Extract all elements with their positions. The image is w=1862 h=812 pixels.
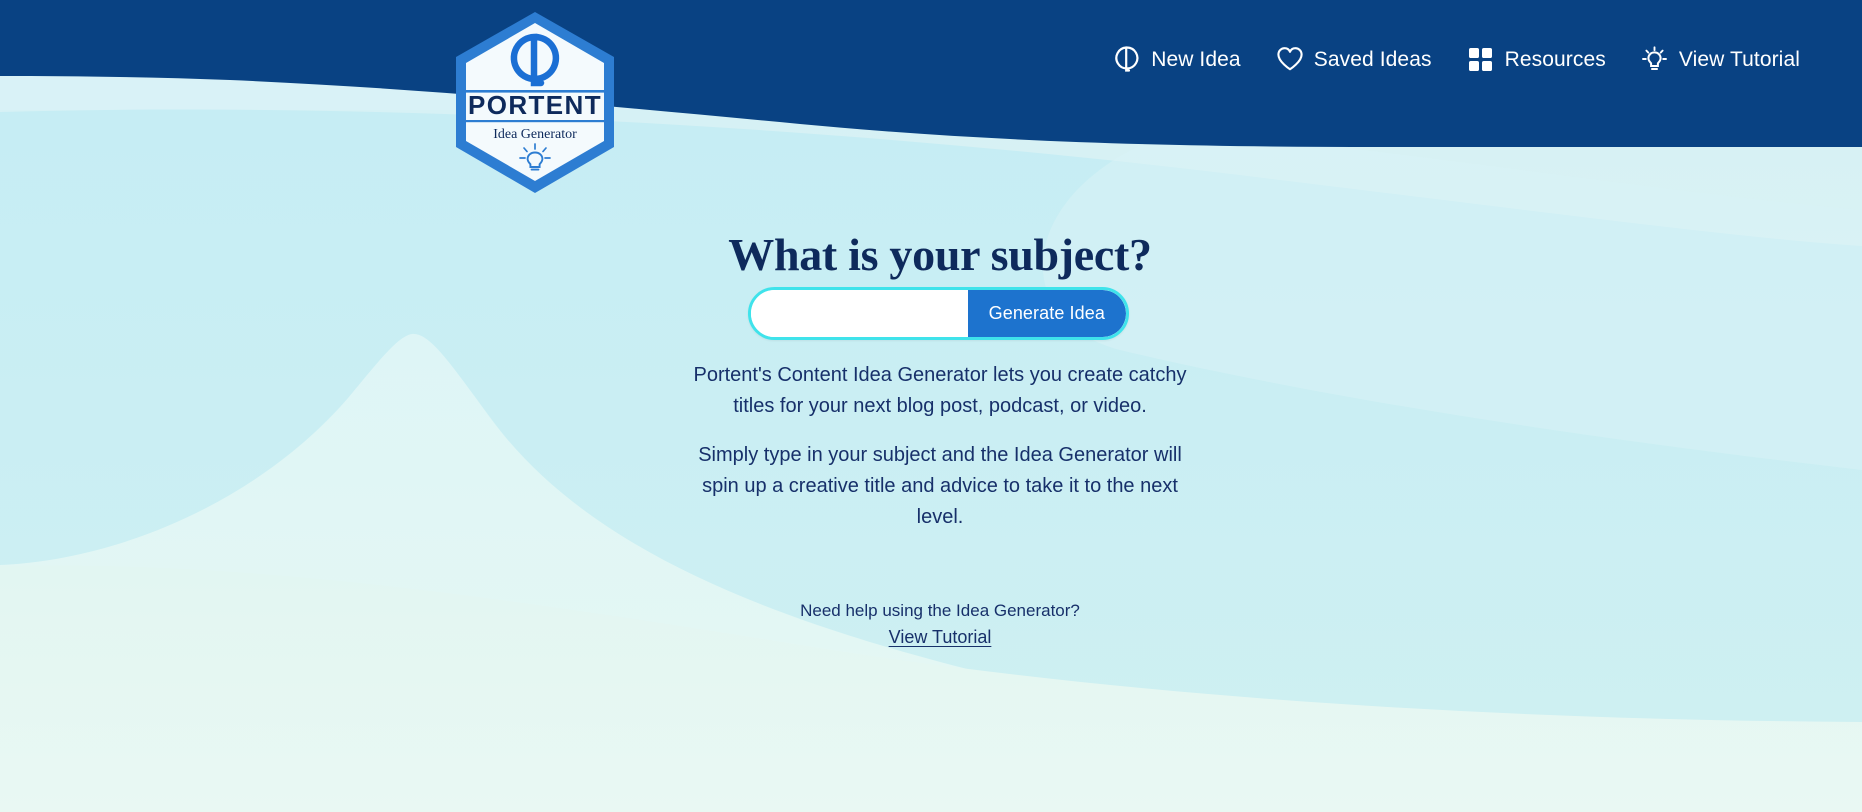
- nav-item-resources[interactable]: Resources: [1466, 44, 1606, 74]
- generate-idea-button[interactable]: Generate Idea: [967, 290, 1126, 337]
- nav-item-label: Resources: [1504, 48, 1606, 71]
- main-nav[interactable]: New Idea Saved Ideas Resources View Tuto…: [1112, 44, 1800, 74]
- logo-wordmark: PORTENT: [468, 90, 602, 120]
- description-paragraph-1: Portent's Content Idea Generator lets yo…: [0, 360, 1862, 422]
- site-header: New Idea Saved Ideas Resources View Tuto…: [0, 0, 1862, 180]
- logo-badge-svg: PORTENT Idea Generator: [456, 12, 614, 193]
- description-text: Simply type in your subject and the Idea…: [698, 444, 1182, 528]
- header-navy-shape: [0, 0, 1862, 147]
- help-block: Need help using the Idea Generator? View…: [0, 597, 1862, 648]
- heart-icon: [1275, 44, 1305, 74]
- grid-icon: [1466, 44, 1496, 74]
- logo-tagline: Idea Generator: [493, 127, 577, 142]
- idea-search-form[interactable]: Generate Idea: [748, 287, 1129, 340]
- portent-logo-badge[interactable]: PORTENT Idea Generator: [452, 10, 618, 200]
- portent-circle-icon: [1112, 44, 1142, 74]
- nav-item-label: View Tutorial: [1678, 48, 1800, 71]
- view-tutorial-link[interactable]: View Tutorial: [889, 627, 992, 648]
- lightbulb-icon: [1640, 44, 1670, 74]
- help-text: Need help using the Idea Generator?: [800, 601, 1080, 620]
- nav-item-label: Saved Ideas: [1313, 48, 1432, 71]
- subject-input[interactable]: [751, 290, 968, 337]
- nav-item-saved-ideas[interactable]: Saved Ideas: [1275, 44, 1432, 74]
- nav-item-new-idea[interactable]: New Idea: [1112, 44, 1241, 74]
- description-text: Portent's Content Idea Generator lets yo…: [693, 364, 1187, 417]
- nav-item-view-tutorial[interactable]: View Tutorial: [1640, 44, 1800, 74]
- description-paragraph-2: Simply type in your subject and the Idea…: [0, 440, 1862, 533]
- page-title: What is your subject?: [728, 229, 1152, 280]
- nav-item-label: New Idea: [1151, 48, 1241, 71]
